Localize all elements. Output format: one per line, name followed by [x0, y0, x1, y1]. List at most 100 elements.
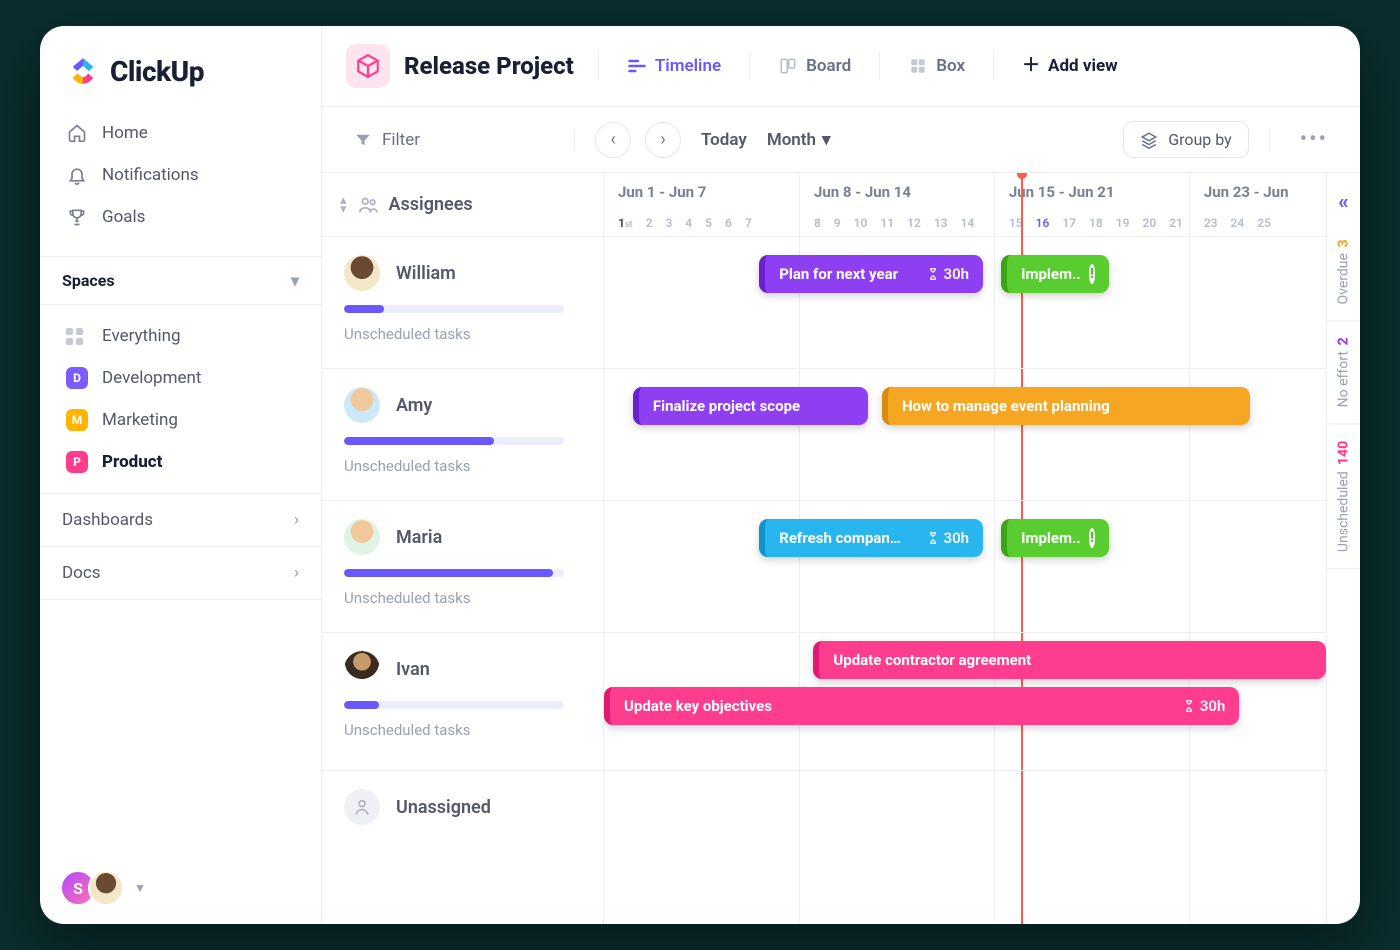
task-bar[interactable]: Plan for next year30h	[759, 255, 983, 293]
timeline-lane: Plan for next year30h Implem..!	[604, 237, 1326, 369]
separator	[993, 52, 994, 80]
timeline-lane: Update contractor agreement Update key ob…	[604, 633, 1326, 771]
nav-home-label: Home	[102, 123, 148, 143]
rail-unscheduled-count: 140	[1336, 441, 1352, 465]
spaces-section-header[interactable]: Spaces ▾	[40, 256, 321, 305]
rail-noeffort-label: No effort	[1336, 352, 1352, 408]
add-view-label: Add view	[1048, 56, 1118, 76]
assignee-row[interactable]: Amy Unscheduled tasks	[322, 369, 603, 501]
warning-icon: !	[1089, 528, 1096, 548]
assignee-row-unassigned[interactable]: Unassigned	[322, 771, 603, 851]
task-bar[interactable]: How to manage event planning	[882, 387, 1250, 425]
user-switcher[interactable]: S ▼	[40, 852, 321, 924]
nav-docs[interactable]: Docs ›	[40, 547, 321, 600]
spaces-title: Spaces	[62, 271, 115, 290]
view-tab-box[interactable]: Box	[898, 50, 975, 82]
home-icon	[66, 122, 88, 144]
unscheduled-tasks-link[interactable]: Unscheduled tasks	[344, 589, 581, 607]
project-icon	[346, 44, 390, 88]
rail-overdue-label: Overdue	[1336, 253, 1352, 304]
rail-overdue-count: 3	[1336, 239, 1352, 247]
assignee-row[interactable]: Ivan Unscheduled tasks	[322, 633, 603, 771]
space-marketing[interactable]: M Marketing	[52, 399, 309, 441]
avatar	[344, 519, 380, 555]
unscheduled-tasks-link[interactable]: Unscheduled tasks	[344, 325, 581, 343]
space-product[interactable]: P Product	[52, 441, 309, 483]
task-bar[interactable]: Refresh compan… 30h	[759, 519, 983, 557]
avatar	[344, 387, 380, 423]
week-label: Jun 15 - Jun 21	[1009, 183, 1189, 201]
prev-button[interactable]: ‹	[595, 122, 631, 158]
plus-icon: ＋	[1022, 57, 1040, 75]
add-view-button[interactable]: ＋ Add view	[1012, 50, 1128, 82]
week-label: Jun 23 - Jun	[1204, 183, 1326, 201]
assignee-name: Unassigned	[396, 797, 491, 818]
range-select[interactable]: Month ▾	[767, 130, 831, 150]
rail-noeffort-count: 2	[1336, 337, 1352, 345]
task-label: Implem..	[1021, 529, 1081, 547]
space-badge-p: P	[66, 451, 88, 473]
box-icon	[908, 56, 928, 76]
task-label: Update contractor agreement	[833, 651, 1031, 669]
today-button[interactable]: Today	[695, 126, 753, 154]
task-bar[interactable]: Update contractor agreement	[813, 641, 1326, 679]
group-by-button[interactable]: Group by	[1123, 121, 1249, 158]
filter-label: Filter	[382, 130, 420, 150]
week-label: Jun 8 - Jun 14	[814, 183, 994, 201]
view-tab-board[interactable]: Board	[768, 50, 861, 82]
separator	[879, 52, 880, 80]
project-title: Release Project	[404, 52, 574, 80]
caret-down-icon: ▼	[134, 881, 146, 895]
unscheduled-tasks-link[interactable]: Unscheduled tasks	[344, 457, 581, 475]
timeline-lane: Refresh compan… 30h Implem..!	[604, 501, 1326, 633]
rail-unscheduled[interactable]: Unscheduled 140	[1327, 425, 1360, 569]
next-button[interactable]: ›	[645, 122, 681, 158]
filter-button[interactable]: Filter	[344, 124, 430, 156]
warning-icon: !	[1089, 264, 1096, 284]
separator	[749, 52, 750, 80]
assignees-label: Assignees	[389, 194, 473, 215]
assignee-name: Maria	[396, 527, 442, 548]
rail-overdue[interactable]: Overdue 3	[1327, 223, 1360, 321]
space-everything[interactable]: Everything	[52, 315, 309, 357]
task-label: Plan for next year	[779, 265, 898, 283]
chevron-down-icon: ▾	[291, 271, 299, 290]
separator	[598, 52, 599, 80]
assignee-header[interactable]: ▴▾ Assignees	[322, 173, 603, 237]
task-bar[interactable]: Implem..!	[1001, 255, 1109, 293]
week-header: Jun 15 - Jun 2115161718192021	[994, 173, 1189, 236]
nav-goals-label: Goals	[102, 207, 145, 227]
nav-dashboards-label: Dashboards	[62, 510, 153, 530]
task-bar[interactable]: Update key objectives30h	[604, 687, 1239, 725]
assignee-row[interactable]: Maria Unscheduled tasks	[322, 501, 603, 633]
rail-noeffort[interactable]: No effort 2	[1327, 321, 1360, 424]
unscheduled-tasks-link[interactable]: Unscheduled tasks	[344, 721, 581, 739]
task-label: Implem..	[1021, 265, 1081, 283]
space-development[interactable]: D Development	[52, 357, 309, 399]
week-label: Jun 1 - Jun 7	[618, 183, 799, 201]
bell-icon	[66, 164, 88, 186]
task-label: Refresh compan…	[779, 529, 901, 547]
nav-home[interactable]: Home	[52, 112, 309, 154]
nav-goals[interactable]: Goals	[52, 196, 309, 238]
nav-notifications-label: Notifications	[102, 165, 199, 185]
view-tab-timeline[interactable]: Timeline	[617, 50, 731, 82]
task-label: Finalize project scope	[653, 397, 800, 415]
chevron-right-icon: ›	[294, 510, 299, 530]
nav-dashboards[interactable]: Dashboards ›	[40, 494, 321, 547]
people-icon	[357, 194, 379, 216]
space-development-label: Development	[102, 368, 201, 388]
more-button[interactable]: •••	[1290, 123, 1338, 156]
nav-notifications[interactable]: Notifications	[52, 154, 309, 196]
clickup-logo-icon	[66, 54, 100, 88]
task-bar[interactable]: Finalize project scope	[633, 387, 868, 425]
chevron-down-icon: ▾	[822, 130, 831, 150]
assignee-name: Ivan	[396, 659, 430, 680]
task-bar[interactable]: Implem..!	[1001, 519, 1109, 557]
assignee-row[interactable]: William Unscheduled tasks	[322, 237, 603, 369]
assignee-name: William	[396, 263, 456, 284]
filter-icon	[354, 131, 372, 149]
avatar-user	[88, 870, 124, 906]
task-estimate: 30h	[926, 529, 970, 547]
rail-collapse-button[interactable]: «	[1338, 173, 1348, 223]
